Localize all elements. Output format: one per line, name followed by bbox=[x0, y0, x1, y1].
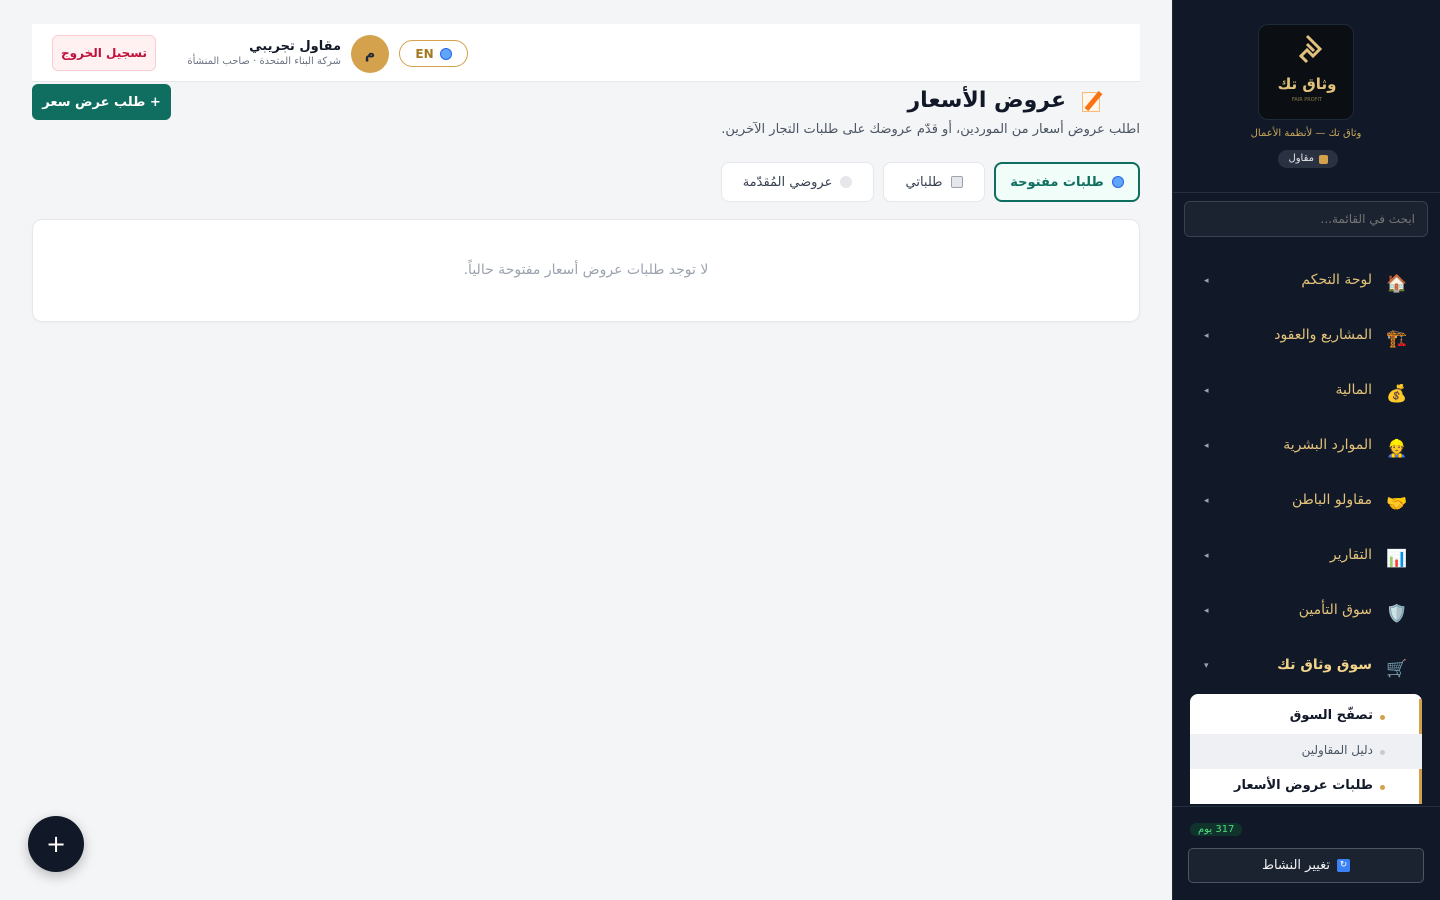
page-title-text: عروض الأسعار bbox=[907, 88, 1066, 113]
logo-wordmark: وثاق تك bbox=[1277, 75, 1337, 93]
marketplace-submenu: تصفّح السوق دليل المقاولين طلبات عروض ال… bbox=[1190, 694, 1422, 804]
quote-tabs: طلبات مفتوحة طلباتي عروضي المُقدّمة bbox=[721, 162, 1140, 202]
avatar[interactable]: م bbox=[351, 35, 389, 73]
submenu-item-label: دليل المقاولين bbox=[1301, 743, 1373, 757]
sidebar-item-finance[interactable]: 💰 المالية ◂ bbox=[1172, 366, 1440, 421]
chevron-left-icon: ◂ bbox=[1204, 386, 1209, 396]
sidebar-nav: 🏠 لوحة التحكم ◂ 🏗️ المشاريع والعقود ◂ 💰 … bbox=[1172, 256, 1440, 696]
cart-icon: 🛒 bbox=[1386, 659, 1408, 679]
sidebar-footer: 317 يوم ↻ تغيير النشاط bbox=[1172, 806, 1440, 900]
refresh-icon: ↻ bbox=[1337, 859, 1351, 872]
chevron-left-icon: ◂ bbox=[1204, 331, 1209, 341]
switch-activity-label: تغيير النشاط bbox=[1261, 858, 1331, 873]
clipboard-icon bbox=[950, 176, 963, 188]
brand-logo[interactable]: وثاق تك FAIR PROFIT bbox=[1258, 24, 1354, 120]
floating-add-button[interactable]: + bbox=[28, 816, 84, 872]
chevron-down-icon: ▾ bbox=[1204, 661, 1209, 671]
logo-tagline: FAIR PROFIT bbox=[1291, 97, 1323, 103]
construction-icon bbox=[1319, 154, 1328, 164]
handshake-icon: 🤝 bbox=[1386, 494, 1408, 514]
tab-my-offers[interactable]: عروضي المُقدّمة bbox=[721, 162, 874, 202]
tab-label: طلبات مفتوحة bbox=[1010, 174, 1104, 190]
globe-icon bbox=[1111, 176, 1124, 188]
sidebar: وثاق تك FAIR PROFIT وثاق تك — لأنظمة الأ… bbox=[1172, 0, 1440, 900]
construction-icon: 🏗️ bbox=[1386, 329, 1408, 349]
bullet-dot-icon bbox=[1380, 785, 1385, 790]
chevron-left-icon: ◂ bbox=[1204, 441, 1209, 451]
tab-my-requests[interactable]: طلباتي bbox=[883, 162, 985, 202]
sidebar-item-label: لوحة التحكم bbox=[1301, 272, 1372, 288]
speech-bubble-icon bbox=[840, 176, 853, 188]
sidebar-item-hr[interactable]: 👷 الموارد البشرية ◂ bbox=[1172, 421, 1440, 476]
tab-label: عروضي المُقدّمة bbox=[742, 174, 833, 190]
chevron-left-icon: ◂ bbox=[1204, 276, 1209, 286]
sidebar-item-insurance[interactable]: 🛡️ سوق التأمين ◂ bbox=[1172, 586, 1440, 641]
memo-icon bbox=[1076, 90, 1103, 112]
top-bar: تسجيل الخروج مقاول تجريبي شركة البناء ال… bbox=[32, 24, 1140, 82]
submenu-item-label: طلبات عروض الأسعار bbox=[1233, 778, 1373, 793]
chevron-left-icon: ◂ bbox=[1204, 496, 1209, 506]
submenu-item-quote-requests[interactable]: طلبات عروض الأسعار bbox=[1190, 769, 1422, 804]
worker-icon: 👷 bbox=[1386, 439, 1408, 459]
sidebar-item-label: المشاريع والعقود bbox=[1274, 327, 1372, 343]
shield-icon: 🛡️ bbox=[1386, 604, 1408, 624]
submenu-item-browse-market[interactable]: تصفّح السوق bbox=[1190, 699, 1422, 734]
logout-button[interactable]: تسجيل الخروج bbox=[52, 35, 156, 71]
sidebar-item-label: التقارير bbox=[1329, 547, 1372, 563]
language-toggle-button[interactable]: EN bbox=[399, 40, 468, 67]
language-label: EN bbox=[415, 46, 434, 61]
money-bag-icon: 💰 bbox=[1386, 384, 1408, 404]
role-badge: مقاول bbox=[1278, 150, 1338, 168]
tab-open-requests[interactable]: طلبات مفتوحة bbox=[994, 162, 1140, 202]
sidebar-item-subcontractors[interactable]: 🤝 مقاولو الباطن ◂ bbox=[1172, 476, 1440, 531]
page-description: اطلب عروض أسعار من الموردين، أو قدّم عرو… bbox=[721, 122, 1140, 137]
chevron-left-icon: ◂ bbox=[1204, 606, 1209, 616]
bullet-dot-icon bbox=[1380, 715, 1385, 720]
sidebar-item-dashboard[interactable]: 🏠 لوحة التحكم ◂ bbox=[1172, 256, 1440, 311]
page-title: عروض الأسعار bbox=[907, 88, 1103, 113]
submenu-item-label: تصفّح السوق bbox=[1289, 708, 1373, 723]
submenu-item-contractors-directory[interactable]: دليل المقاولين bbox=[1190, 734, 1422, 769]
sidebar-item-marketplace[interactable]: 🛒 سوق وثاق تك ▾ bbox=[1172, 641, 1440, 696]
chevron-left-icon: ◂ bbox=[1204, 551, 1209, 561]
new-quote-request-button[interactable]: + طلب عرض سعر bbox=[32, 84, 171, 120]
sidebar-item-label: مقاولو الباطن bbox=[1291, 492, 1372, 508]
house-icon: 🏠 bbox=[1386, 274, 1408, 294]
tab-label: طلباتي bbox=[905, 174, 943, 190]
empty-state-message: لا توجد طلبات عروض أسعار مفتوحة حالياً. bbox=[463, 262, 709, 278]
sidebar-item-label: الموارد البشرية bbox=[1283, 437, 1372, 453]
user-company-role: شركة البناء المتحدة · صاحب المنشأة bbox=[187, 56, 341, 67]
subscription-days-badge: 317 يوم bbox=[1190, 823, 1243, 836]
sidebar-item-label: المالية bbox=[1335, 382, 1372, 398]
sidebar-item-label: سوق التأمين bbox=[1298, 602, 1372, 618]
bar-chart-icon: 📊 bbox=[1386, 549, 1408, 569]
brand-area: وثاق تك FAIR PROFIT وثاق تك — لأنظمة الأ… bbox=[1173, 0, 1440, 193]
sidebar-item-projects[interactable]: 🏗️ المشاريع والعقود ◂ bbox=[1172, 311, 1440, 366]
sidebar-search-input[interactable] bbox=[1184, 201, 1428, 237]
quote-requests-panel: لا توجد طلبات عروض أسعار مفتوحة حالياً. bbox=[32, 219, 1140, 322]
switch-activity-button[interactable]: ↻ تغيير النشاط bbox=[1188, 848, 1424, 883]
role-label: مقاول bbox=[1288, 153, 1314, 164]
sidebar-item-reports[interactable]: 📊 التقارير ◂ bbox=[1172, 531, 1440, 586]
brand-subtitle: وثاق تك — لأنظمة الأعمال bbox=[1250, 128, 1362, 139]
globe-icon bbox=[439, 47, 452, 60]
user-name: مقاول تجريبي bbox=[249, 39, 341, 54]
sidebar-item-label: سوق وثاق تك bbox=[1277, 657, 1372, 673]
logo-mark-icon bbox=[1298, 34, 1323, 64]
bullet-dot-icon bbox=[1380, 750, 1385, 755]
